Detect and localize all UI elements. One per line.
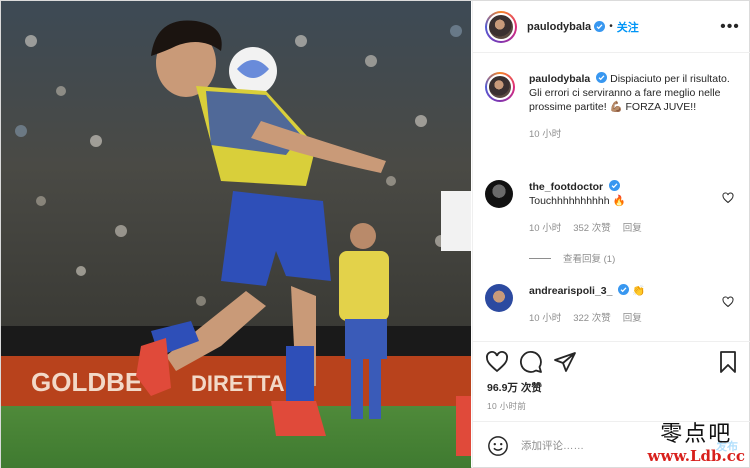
caption-username[interactable]: paulodybala xyxy=(529,73,590,85)
comment-avatar[interactable] xyxy=(485,284,513,312)
watermark-chinese: 零点吧 xyxy=(660,422,733,447)
replies-line xyxy=(529,257,551,259)
comment-avatar[interactable] xyxy=(485,180,513,208)
verified-badge-icon xyxy=(618,284,630,295)
post-sidebar: paulodybala • 关注 ••• paulodybala Dispiac… xyxy=(472,1,750,468)
comment-item: the_footdoctor Touchhhhhhhhhh 🔥 10 小时 35… xyxy=(485,180,740,234)
watermark-url: www.Ldb.cc xyxy=(647,447,745,465)
comment-meta: 10 小时 322 次赞 回复 xyxy=(529,310,740,324)
post-header: paulodybala • 关注 ••• xyxy=(473,1,750,53)
football-player-image: GOLDBET DIRETTA xyxy=(1,1,471,468)
comment-likes[interactable]: 322 次赞 xyxy=(573,310,611,324)
reply-button[interactable]: 回复 xyxy=(623,310,642,324)
verified-badge-icon xyxy=(609,180,620,191)
comment-icon[interactable] xyxy=(519,350,543,374)
view-replies-button[interactable]: 查看回复 (1) xyxy=(529,251,615,265)
comment-text: 👏 xyxy=(632,285,646,297)
send-icon[interactable] xyxy=(553,350,577,374)
view-replies-label: 查看回复 (1) xyxy=(563,254,616,265)
comment-time[interactable]: 10 小时 xyxy=(529,310,561,324)
comment-input[interactable] xyxy=(521,439,641,452)
comment-time[interactable]: 10 小时 xyxy=(529,220,561,234)
watermark: 零点吧 www.Ldb.cc xyxy=(647,422,745,466)
comment-text: Touchhhhhhhhhh 🔥 xyxy=(529,195,626,207)
comment-item: andrearispoli_3_ 👏 10 小时 322 次赞 回复 xyxy=(485,284,740,324)
header-username[interactable]: paulodybala xyxy=(527,21,591,33)
more-options-button[interactable]: ••• xyxy=(720,17,740,37)
follow-button[interactable]: 关注 xyxy=(617,19,639,35)
reply-button[interactable]: 回复 xyxy=(623,220,642,234)
comment-meta: 10 小时 352 次赞 回复 xyxy=(529,220,740,234)
header-separator: • xyxy=(609,21,613,32)
caption-body: paulodybala Dispiaciuto per il risultato… xyxy=(529,72,740,114)
avatar[interactable] xyxy=(485,10,517,43)
comments-list: paulodybala Dispiaciuto per il risultato… xyxy=(473,54,750,341)
like-count[interactable]: 96.9万 次赞 xyxy=(487,380,542,395)
comment-username[interactable]: the_footdoctor xyxy=(529,181,603,193)
comment-likes[interactable]: 352 次赞 xyxy=(573,220,611,234)
post-photo[interactable]: GOLDBET DIRETTA xyxy=(1,1,471,468)
verified-badge-icon xyxy=(596,72,608,83)
post-timestamp[interactable]: 10 小时前 xyxy=(487,400,526,412)
svg-text:DIRETTA: DIRETTA xyxy=(191,371,285,396)
comment-username[interactable]: andrearispoli_3_ xyxy=(529,285,612,297)
instagram-post: GOLDBET DIRETTA paulodybala • 关注 ••• pau… xyxy=(0,0,750,468)
post-actions: 96.9万 次赞 10 小时前 xyxy=(473,341,750,421)
comment-body: andrearispoli_3_ 👏 xyxy=(529,284,740,298)
emoji-icon[interactable] xyxy=(487,435,509,457)
caption-meta: 10 小时 xyxy=(529,126,740,140)
caption-time[interactable]: 10 小时 xyxy=(529,126,561,140)
bookmark-icon[interactable] xyxy=(716,350,740,374)
verified-badge-icon xyxy=(594,21,606,32)
heart-icon[interactable] xyxy=(485,350,509,374)
comment-like-icon[interactable] xyxy=(722,296,734,308)
caption: paulodybala Dispiaciuto per il risultato… xyxy=(485,72,740,140)
comment-like-icon[interactable] xyxy=(722,192,734,204)
comment-body: the_footdoctor Touchhhhhhhhhh 🔥 xyxy=(529,180,740,208)
caption-avatar[interactable] xyxy=(485,72,515,102)
